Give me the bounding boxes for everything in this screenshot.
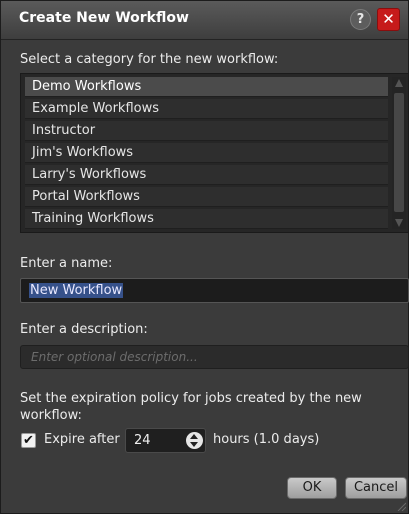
scroll-down-arrow-icon[interactable] — [395, 219, 403, 227]
list-item-portal-workflows[interactable]: Portal Workflows — [25, 187, 388, 207]
name-label: Enter a name: — [20, 256, 113, 271]
title-bar[interactable]: Create New Workflow ? ✕ — [1, 1, 408, 40]
expiration-label-line2: workflow: — [20, 408, 82, 423]
dialog-title: Create New Workflow — [19, 10, 189, 26]
expire-hours-stepper[interactable]: 24 — [125, 428, 206, 453]
category-list[interactable]: Demo Workflows Example Workflows Instruc… — [20, 73, 409, 233]
stepper-down-icon[interactable] — [190, 442, 198, 447]
list-item-instructor[interactable]: Instructor — [25, 121, 388, 141]
checkmark-icon: ✔ — [23, 433, 34, 448]
close-button[interactable]: ✕ — [377, 8, 400, 31]
list-item-demo-workflows[interactable]: Demo Workflows — [25, 77, 388, 97]
scroll-up-arrow-icon[interactable] — [395, 79, 403, 87]
create-workflow-dialog: Create New Workflow ? ✕ Select a categor… — [0, 0, 409, 514]
description-input[interactable]: Enter optional description... — [20, 345, 409, 369]
list-scrollbar[interactable] — [392, 77, 406, 229]
list-item-training-workflows[interactable]: Training Workflows — [25, 209, 388, 229]
list-item-jims-workflows[interactable]: Jim's Workflows — [25, 143, 388, 163]
help-button[interactable]: ? — [350, 9, 371, 30]
expire-checkbox[interactable]: ✔ — [21, 433, 36, 448]
list-item-larrys-workflows[interactable]: Larry's Workflows — [25, 165, 388, 185]
expire-hours-value: 24 — [134, 433, 151, 448]
scroll-thumb[interactable] — [394, 93, 404, 212]
expiration-label-line1: Set the expiration policy for jobs creat… — [20, 391, 362, 406]
close-icon: ✕ — [382, 10, 395, 28]
cancel-button[interactable]: Cancel — [345, 477, 407, 499]
name-input[interactable]: New Workflow — [20, 278, 409, 303]
description-label: Enter a description: — [20, 322, 148, 337]
expire-after-label: Expire after — [44, 432, 120, 447]
ok-button[interactable]: OK — [287, 477, 337, 499]
stepper-up-icon[interactable] — [190, 434, 198, 439]
name-input-value: New Workflow — [29, 283, 124, 298]
expire-units-label: hours (1.0 days) — [213, 432, 320, 447]
category-label: Select a category for the new workflow: — [20, 52, 279, 67]
stepper-arrows-icon[interactable] — [186, 432, 203, 449]
resize-grip-icon[interactable] — [396, 501, 406, 511]
list-item-example-workflows[interactable]: Example Workflows — [25, 99, 388, 119]
